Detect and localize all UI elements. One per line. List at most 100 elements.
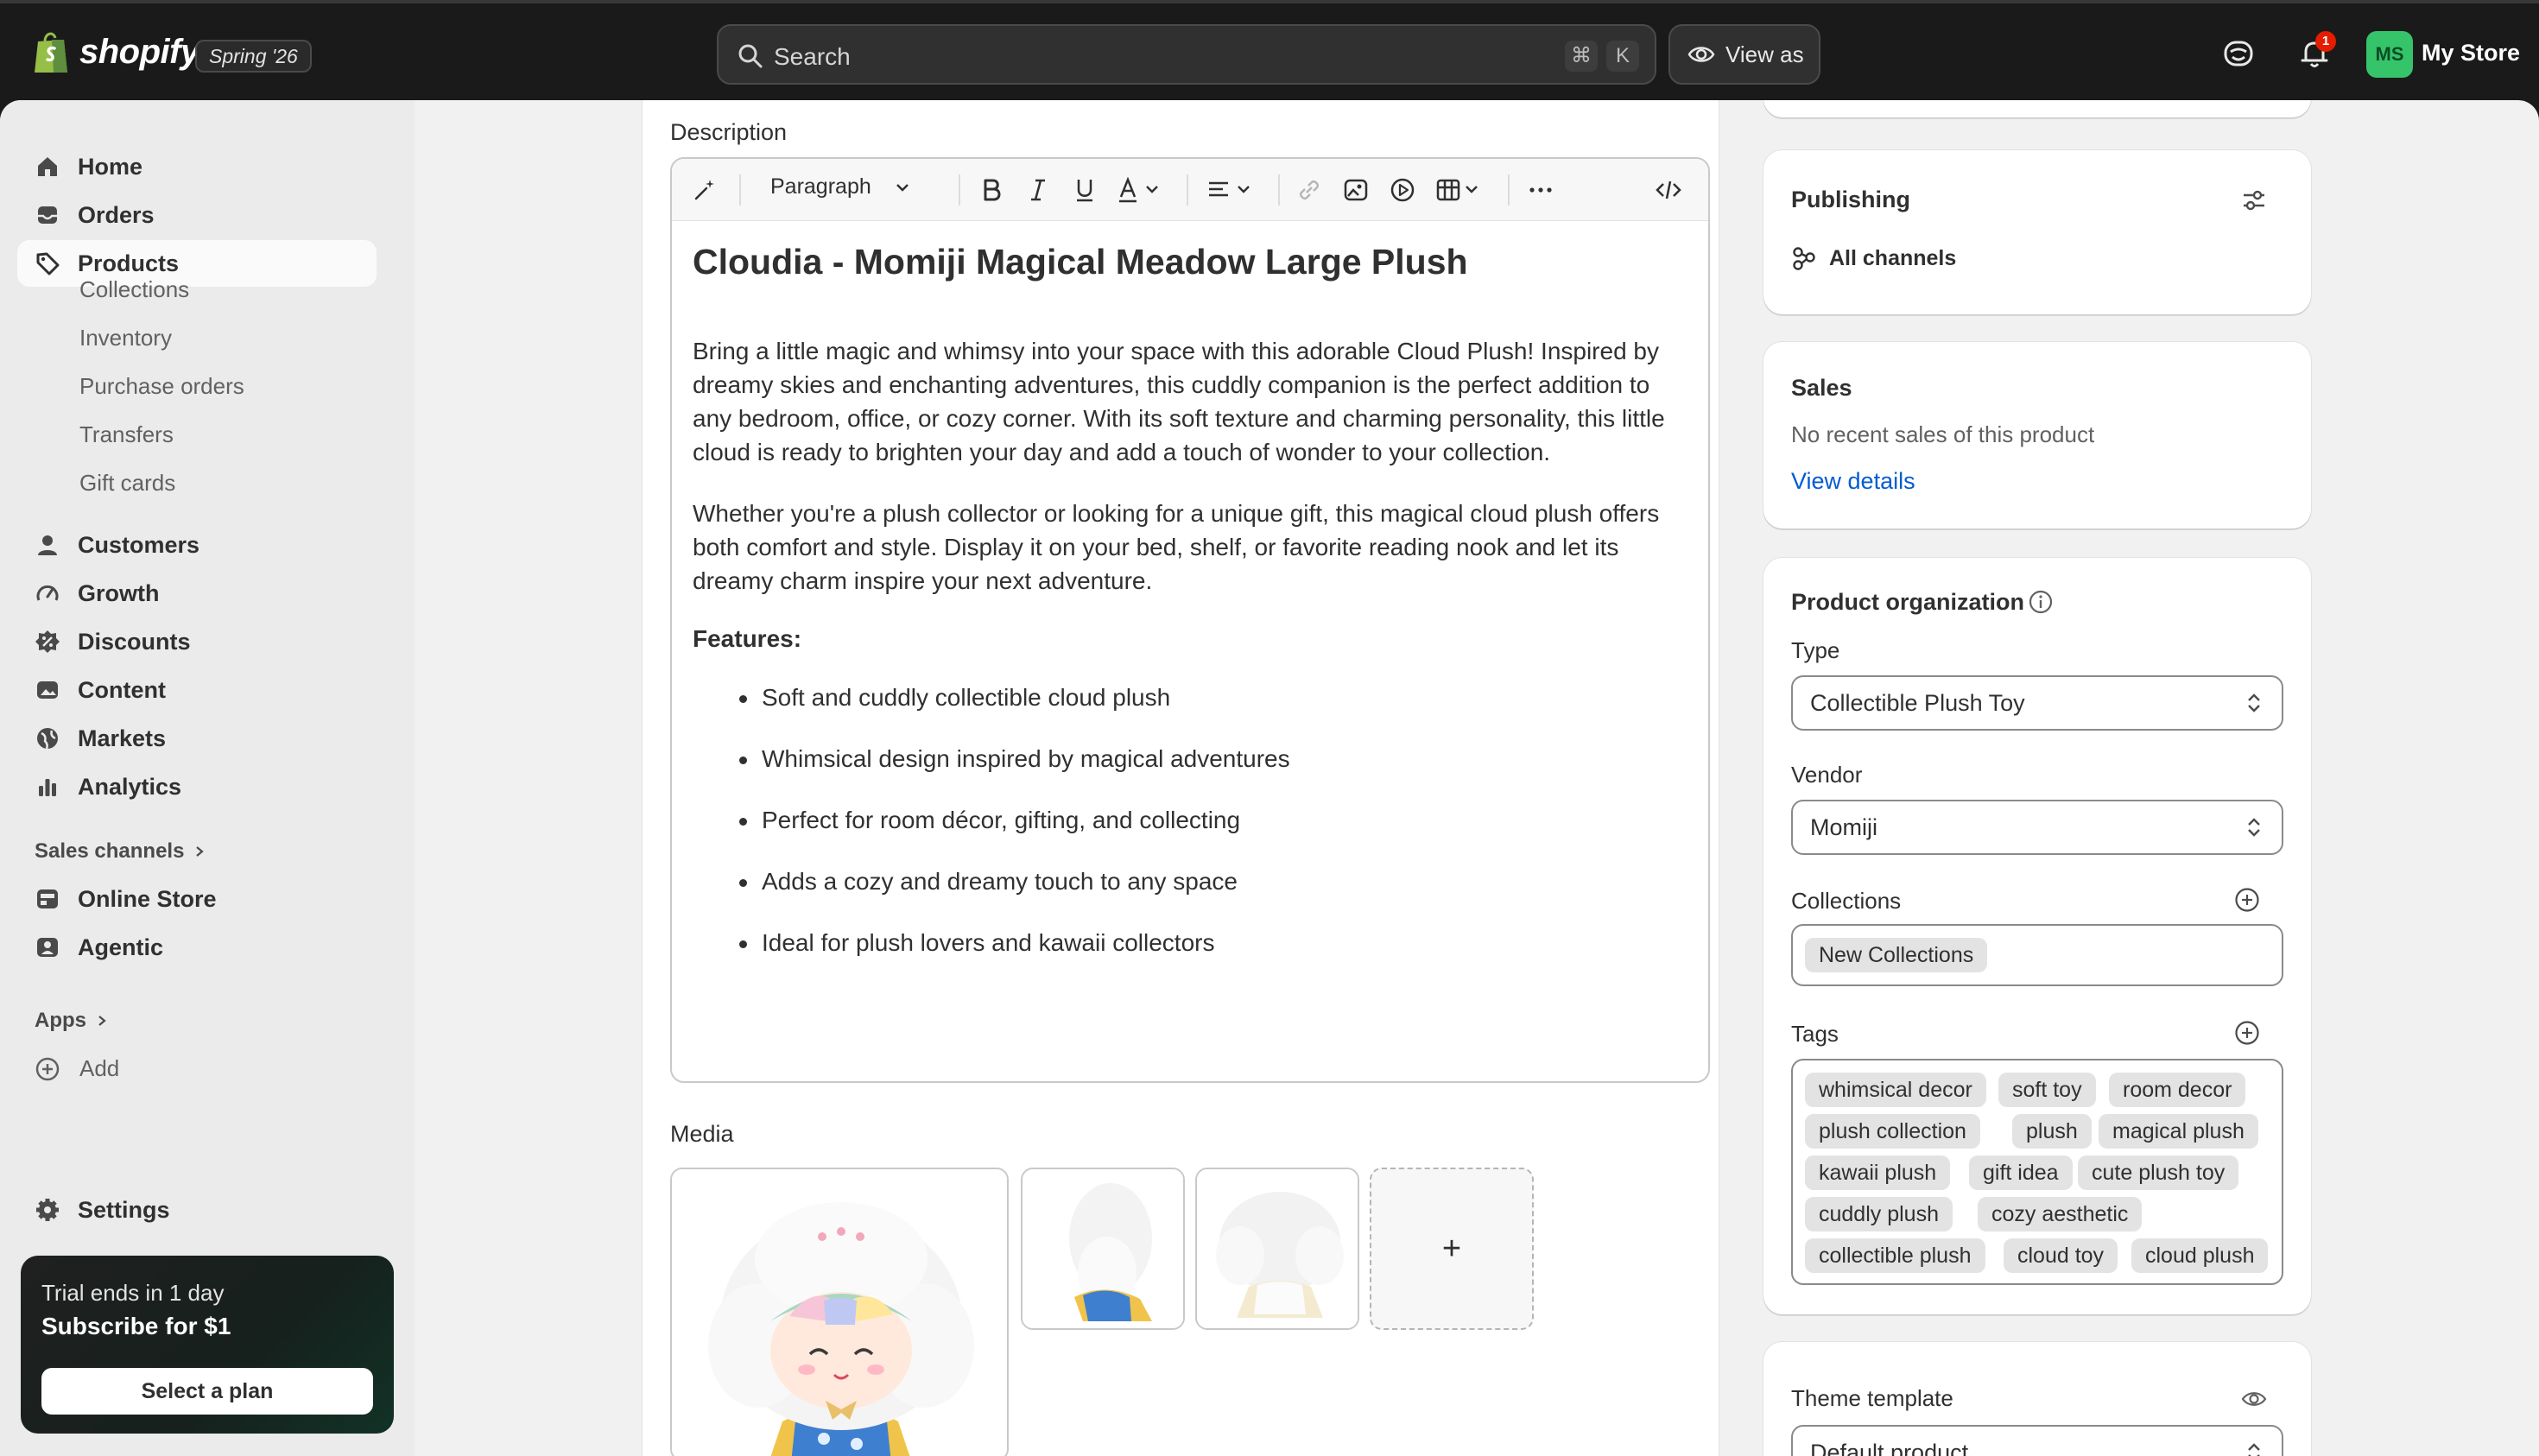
tag-chip[interactable]: room decor [2109,1073,2246,1107]
media-thumbnail-3[interactable] [1195,1168,1359,1330]
chevron-down-icon [896,183,909,192]
html-code-icon[interactable] [1655,176,1682,204]
description-content[interactable]: Cloudia - Momiji Magical Meadow Large Pl… [693,242,1686,989]
table-icon[interactable] [1435,176,1485,204]
vendor-select[interactable]: Momiji [1791,800,2283,855]
notification-count-badge: 1 [2315,31,2336,52]
sidebar: Home Orders Products Collections Invento… [0,100,415,1456]
sidebar-item-growth[interactable]: Growth [17,570,377,617]
theme-template-select[interactable]: Default product [1791,1425,2283,1456]
underline-icon[interactable] [1071,176,1099,204]
media-thumbnail-2[interactable] [1021,1168,1185,1330]
sidebar-item-customers[interactable]: Customers [17,522,377,568]
sidebar-item-label: Markets [78,725,167,751]
link-icon[interactable] [1295,176,1323,204]
shopify-bag-icon [35,32,67,73]
sidebar-item-home[interactable]: Home [17,143,377,190]
store-name[interactable]: My Store [2422,40,2520,66]
tag-chip[interactable]: cloud plush [2131,1238,2269,1273]
sales-channels-header[interactable]: Sales channels [35,839,206,864]
collection-chip[interactable]: New Collections [1805,938,1988,972]
sidebar-subitem-purchase-orders[interactable]: Purchase orders [79,373,244,400]
sidebar-item-orders[interactable]: Orders [17,192,377,238]
sidebar-item-settings[interactable]: Settings [17,1187,377,1233]
tag-chip[interactable]: whimsical decor [1805,1073,1986,1107]
sidebar-subitem-inventory[interactable]: Inventory [79,325,172,351]
sidebar-item-content[interactable]: Content [17,667,377,713]
magic-wand-icon[interactable] [691,176,719,204]
bold-icon[interactable] [978,176,1005,204]
sidebar-item-agentic[interactable]: Agentic [17,924,377,971]
eye-icon[interactable] [2240,1385,2268,1413]
tag-chip[interactable]: collectible plush [1805,1238,1985,1273]
tag-chip[interactable]: cozy aesthetic [1978,1197,2143,1231]
add-collection-icon[interactable] [2233,886,2261,914]
list-item: Perfect for room décor, gifting, and col… [693,805,1686,866]
sidebar-item-label: Analytics [78,773,182,800]
add-app-button[interactable]: Add [35,1055,119,1082]
description-editor[interactable]: Paragraph Cloudia - Momiji Magical Meado… [670,157,1710,1083]
toolbar-separator [739,174,741,206]
sidebar-item-label: Products [78,250,180,276]
sidebar-subitem-collections[interactable]: Collections [79,276,189,303]
sidekick-icon[interactable] [2221,36,2256,71]
sidebar-item-online-store[interactable]: Online Store [17,876,377,922]
apps-label: Apps [35,1009,86,1032]
tag-chip[interactable]: plush collection [1805,1114,1980,1149]
list-item: Soft and cuddly collectible cloud plush [693,682,1686,744]
tag-chip[interactable]: soft toy [1998,1073,2096,1107]
sidebar-item-label: Discounts [78,628,191,655]
sales-title: Sales [1791,375,1852,401]
sidebar-item-label: Online Store [78,885,217,912]
tag-chip[interactable]: gift idea [1969,1155,2073,1190]
apps-header[interactable]: Apps [35,1009,109,1033]
gear-icon [36,1199,59,1221]
admin-frame: Home Orders Products Collections Invento… [0,100,2539,1456]
text-color-icon[interactable] [1118,176,1166,204]
media-thumbnail-main[interactable] [670,1168,1009,1456]
tags-field[interactable]: whimsical decor soft toy room decor plus… [1791,1059,2283,1285]
insert-image-icon[interactable] [1342,176,1370,204]
view-as-button[interactable]: View as [1668,24,1820,85]
more-options-icon[interactable] [1527,176,1554,204]
publishing-channels[interactable]: All channels [1791,245,1956,271]
store-avatar[interactable]: MS [2366,31,2413,78]
plush-photo-main [672,1169,1007,1456]
add-tag-icon[interactable] [2233,1019,2261,1047]
add-media-button[interactable]: + [1370,1168,1534,1330]
sidebar-subitem-gift-cards[interactable]: Gift cards [79,470,175,497]
sidebar-subitem-transfers[interactable]: Transfers [79,421,174,448]
tag-chip[interactable]: cuddly plush [1805,1197,1953,1231]
tag-chip[interactable]: cloud toy [2004,1238,2118,1273]
sliders-icon[interactable] [2240,187,2268,214]
home-icon [38,157,57,176]
tag-chip[interactable]: plush [2012,1114,2092,1149]
sidebar-item-label: Growth [78,579,160,606]
insert-video-icon[interactable] [1389,176,1416,204]
product-organization-title: Product organization [1791,589,2024,615]
view-details-link[interactable]: View details [1791,468,1915,495]
collections-field[interactable]: New Collections [1791,924,2283,986]
italic-icon[interactable] [1024,176,1052,204]
select-plan-button[interactable]: Select a plan [41,1368,373,1415]
info-icon[interactable] [2028,589,2054,615]
toolbar-separator [1508,174,1510,206]
sidebar-item-markets[interactable]: Markets [17,715,377,762]
publishing-title: Publishing [1791,187,1910,212]
search-bar[interactable]: Search ⌘ K [717,24,1656,85]
sidebar-item-products[interactable]: Products [17,240,377,287]
tag-chip[interactable]: kawaii plush [1805,1155,1951,1190]
align-left-icon[interactable] [1206,176,1259,204]
sidebar-item-discounts[interactable]: Discounts [17,618,377,665]
toolbar-separator [1278,174,1280,206]
release-badge[interactable]: Spring '26 [195,40,312,73]
type-select[interactable]: Collectible Plush Toy [1791,675,2283,731]
shopify-logo[interactable]: shopify [33,29,199,74]
tag-chip[interactable]: magical plush [2099,1114,2258,1149]
tag-chip[interactable]: cute plush toy [2078,1155,2239,1190]
sidebar-item-label: Content [78,676,166,703]
status-card-bottom [1763,100,2311,117]
description-heading: Cloudia - Momiji Magical Meadow Large Pl… [693,242,1468,282]
paragraph-style-select[interactable]: Paragraph [770,174,911,199]
sidebar-item-analytics[interactable]: Analytics [17,763,377,810]
